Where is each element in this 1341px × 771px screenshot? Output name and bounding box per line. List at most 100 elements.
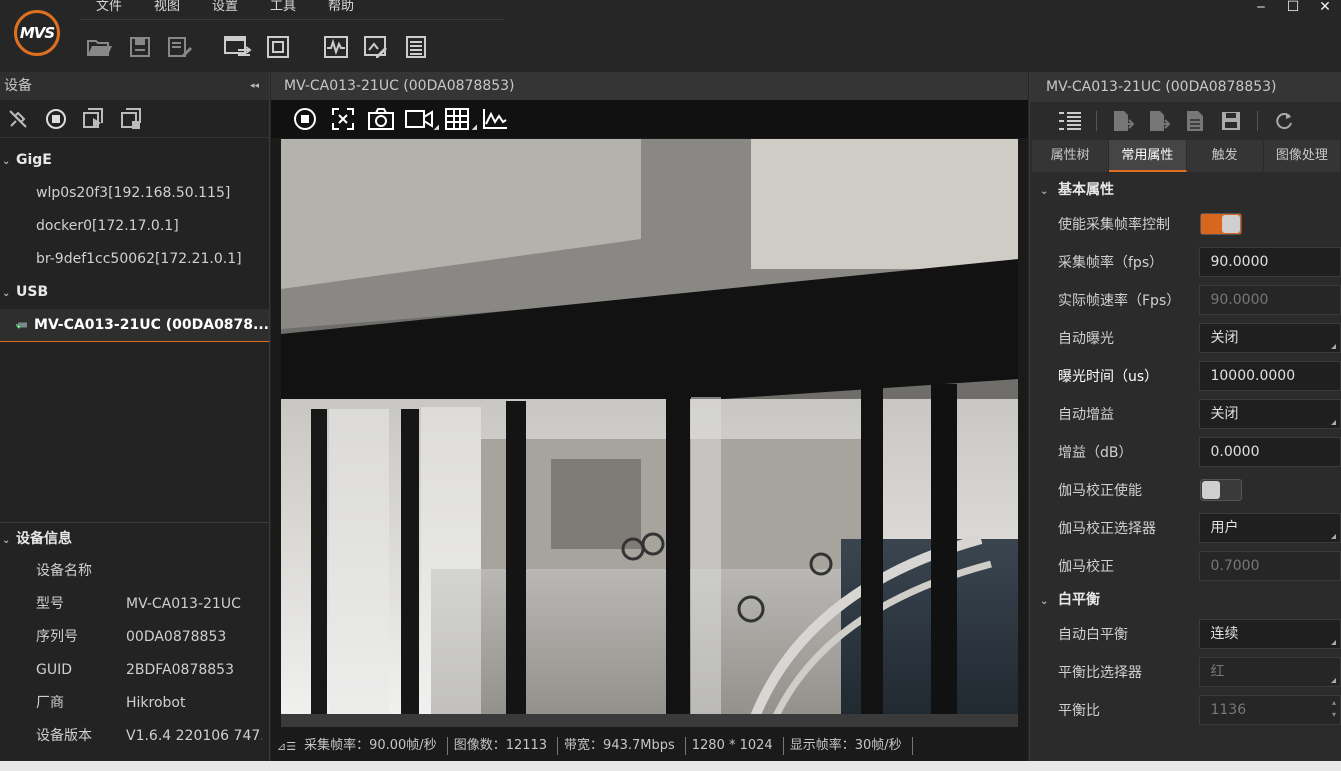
- info-row: GUID 2BDFA0878853: [0, 654, 270, 687]
- histogram-button[interactable]: [479, 105, 511, 133]
- list-icon: [1059, 112, 1081, 130]
- top-bar: MVS 文件 视图 设置 工具 帮助 ‒ ☐ ✕: [0, 0, 1341, 72]
- prop-gain: 增益（dB） 0.0000: [1030, 433, 1341, 471]
- property-list-button[interactable]: [1056, 107, 1084, 135]
- tree-group-usb[interactable]: ⌄ USB: [0, 276, 269, 309]
- toolbar-separator: [1257, 111, 1258, 131]
- tree-item-interface[interactable]: docker0[172.17.0.1]: [0, 210, 269, 243]
- image-edit-button[interactable]: [356, 30, 396, 64]
- tab-image-processing[interactable]: 图像处理: [1263, 140, 1341, 172]
- prop-label: 伽马校正选择器: [1058, 521, 1156, 537]
- properties-panel: MV-CA013-21UC (00DA0878853) 属性树 常用属性 触发 …: [1029, 72, 1341, 761]
- menu-help[interactable]: 帮助: [312, 0, 370, 19]
- tree-item-interface[interactable]: br-9def1cc50062[172.21.0.1]: [0, 243, 269, 276]
- prop-label: 平衡比: [1058, 703, 1100, 719]
- save-params-button[interactable]: [1217, 107, 1245, 135]
- menu-view[interactable]: 视图: [138, 0, 196, 19]
- prop-label: 自动白平衡: [1058, 627, 1128, 643]
- stop-circle-icon: [294, 108, 316, 130]
- prop-enable-framerate: 使能采集帧率控制: [1030, 205, 1341, 243]
- logo-text: MVS: [19, 24, 55, 42]
- stop-all-button[interactable]: [118, 105, 146, 133]
- section-title: 基本属性: [1058, 182, 1114, 198]
- toolbar-separator: [1096, 111, 1097, 131]
- collapse-panel-icon[interactable]: ◂◂: [250, 72, 259, 100]
- menu-tools[interactable]: 工具: [254, 0, 312, 19]
- close-button[interactable]: ✕: [1309, 0, 1341, 16]
- tab-property-tree[interactable]: 属性树: [1032, 140, 1110, 172]
- fit-window-button[interactable]: [327, 105, 359, 133]
- prop-label: 自动曝光: [1058, 331, 1114, 347]
- info-value: Hikrobot: [126, 695, 186, 711]
- prop-label: 伽马校正使能: [1058, 483, 1142, 499]
- grid-overlay-button[interactable]: ◢: [441, 105, 477, 133]
- gain-input[interactable]: 0.0000: [1199, 437, 1341, 467]
- dropdown-triangle-icon[interactable]: ◢: [472, 123, 477, 131]
- document-list-icon: [406, 36, 426, 58]
- device-toolbar: [0, 100, 269, 138]
- maximize-button[interactable]: ☐: [1277, 0, 1309, 16]
- dropdown-triangle-icon[interactable]: ◢: [434, 123, 439, 131]
- load-params-button[interactable]: [1181, 107, 1209, 135]
- tab-trigger[interactable]: 触发: [1186, 140, 1264, 172]
- camera-live-image[interactable]: [281, 139, 1018, 727]
- info-value: [126, 555, 262, 588]
- stop-acquisition-button[interactable]: [42, 105, 70, 133]
- auto-gain-select[interactable]: 关闭: [1199, 399, 1341, 429]
- minimize-button[interactable]: ‒: [1245, 0, 1277, 16]
- camera-label: MV-CA013-21UC (00DA0878...: [34, 316, 269, 333]
- disconnect-button[interactable]: [4, 105, 32, 133]
- layout-button[interactable]: [258, 30, 298, 64]
- image-view-title: MV-CA013-21UC (00DA0878853): [271, 72, 1028, 100]
- auto-white-balance-select[interactable]: 连续: [1199, 619, 1341, 649]
- play-all-button[interactable]: [80, 105, 108, 133]
- export-button[interactable]: [1145, 107, 1173, 135]
- device-panel: 设备 ◂◂ ⌄ GigE wlp0s20f3[192.168.50.115] do…: [0, 72, 270, 761]
- info-value: 2BDFA0878853: [126, 662, 234, 678]
- tree-group-gige[interactable]: ⌄ GigE: [0, 144, 269, 177]
- tree-item-interface[interactable]: wlp0s20f3[192.168.50.115]: [0, 177, 269, 210]
- exposure-time-input[interactable]: 10000.0000: [1199, 361, 1341, 391]
- framerate-enable-toggle[interactable]: [1200, 213, 1242, 235]
- info-row: 厂商 Hikrobot: [0, 687, 270, 720]
- prop-framerate: 采集帧率（fps） 90.0000: [1030, 243, 1341, 281]
- log-button[interactable]: [396, 30, 436, 64]
- stop-grab-button[interactable]: [289, 105, 321, 133]
- prop-balance-ratio-selector: 平衡比选择器 红: [1030, 653, 1341, 691]
- group-label: GigE: [16, 152, 52, 168]
- info-row: 设备名称: [0, 555, 270, 588]
- tab-common-properties[interactable]: 常用属性: [1109, 140, 1187, 172]
- mvs-window: MVS 文件 视图 设置 工具 帮助 ‒ ☐ ✕ 设备 ◂◂ ⌄ GigE wl…: [0, 0, 1341, 771]
- switch-view-button[interactable]: [218, 30, 258, 64]
- tree-item-camera[interactable]: MV-CA013-21UC (00DA0878...: [0, 309, 269, 342]
- gamma-enable-toggle[interactable]: [1200, 479, 1242, 501]
- import-button[interactable]: [1109, 107, 1137, 135]
- prop-balance-ratio: 平衡比 1136: [1030, 691, 1341, 729]
- camera-connected-icon: [16, 322, 28, 329]
- menu-settings[interactable]: 设置: [196, 0, 254, 19]
- camera-icon: [368, 108, 394, 130]
- prop-actual-framerate: 实际帧速率（Fps） 90.0000: [1030, 281, 1341, 319]
- open-folder-button[interactable]: [80, 30, 120, 64]
- device-info-header[interactable]: ⌄ 设备信息: [0, 523, 270, 555]
- auto-exposure-select[interactable]: 关闭: [1199, 323, 1341, 353]
- prop-label: 伽马校正: [1058, 559, 1114, 575]
- save-icon: [130, 37, 150, 57]
- save-as-button[interactable]: [160, 30, 200, 64]
- info-key: GUID: [36, 662, 73, 678]
- section-basic[interactable]: ⌄ 基本属性: [1030, 175, 1341, 205]
- toggle-knob: [1222, 215, 1240, 233]
- section-title: 白平衡: [1058, 592, 1100, 608]
- record-button[interactable]: ◢: [403, 105, 439, 133]
- video-camera-icon: [405, 110, 433, 128]
- save-button[interactable]: [120, 30, 160, 64]
- framerate-input[interactable]: 90.0000: [1199, 247, 1341, 277]
- refresh-button[interactable]: [1270, 107, 1298, 135]
- gamma-selector-select[interactable]: 用户: [1199, 513, 1341, 543]
- snapshot-button[interactable]: [365, 105, 397, 133]
- prop-label: 采集帧率（fps）: [1058, 255, 1164, 271]
- menu-file[interactable]: 文件: [80, 0, 138, 19]
- waveform-button[interactable]: [316, 30, 356, 64]
- status-menu-icon[interactable]: ⊿☰: [277, 740, 296, 753]
- section-white-balance[interactable]: ⌄ 白平衡: [1030, 585, 1341, 615]
